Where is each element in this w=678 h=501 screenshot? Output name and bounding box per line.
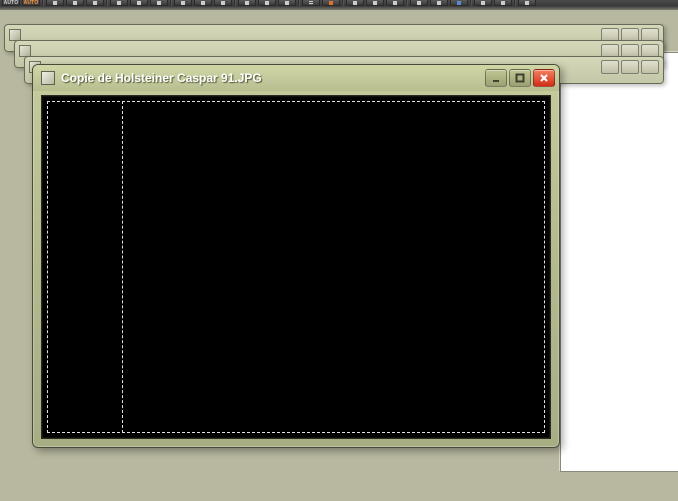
toolbar-separator <box>342 0 344 6</box>
toolbar-button[interactable] <box>410 0 428 6</box>
tool-icon <box>437 1 441 5</box>
close-icon <box>539 73 549 83</box>
workspace: Copie de Holsteiner Caspar 91.JPG <box>0 10 678 501</box>
toolbar-button[interactable] <box>366 0 384 6</box>
image-icon <box>41 71 55 85</box>
toolbar-button[interactable] <box>450 0 468 6</box>
tool-icon <box>481 1 485 5</box>
toolbar-separator <box>170 0 172 6</box>
toolbar-button[interactable] <box>278 0 296 6</box>
tool-icon <box>353 1 357 5</box>
toolbar-zoom-in-button[interactable] <box>86 0 104 6</box>
toolbar-button[interactable] <box>130 0 148 6</box>
dot-icon <box>201 1 205 5</box>
toolbar-separator <box>406 0 408 6</box>
toolbar-zoom-out-button[interactable] <box>46 0 64 6</box>
toolbar-separator <box>42 0 44 6</box>
tool-icon <box>457 1 461 5</box>
plus-icon <box>157 1 161 5</box>
minimize-icon <box>491 73 501 83</box>
toolbar-zoom-reset-button[interactable] <box>66 0 84 6</box>
window-titlebar[interactable]: Copie de Holsteiner Caspar 91.JPG <box>33 65 559 91</box>
toolbar-button[interactable] <box>258 0 276 6</box>
toolbar-grid-button[interactable] <box>302 0 320 6</box>
close-button[interactable] <box>533 69 555 87</box>
toolbar-button[interactable] <box>214 0 232 6</box>
plus-icon <box>221 1 225 5</box>
dot-icon <box>73 1 77 5</box>
toolbar-auto-off-button[interactable]: AUTO <box>2 0 20 6</box>
tool-icon <box>417 1 421 5</box>
grid-highlight-icon <box>329 1 333 5</box>
maximize-icon <box>515 73 525 83</box>
minus-icon <box>117 1 121 5</box>
app-toolbar: AUTO AUTO <box>0 0 678 10</box>
maximize-button[interactable] <box>509 69 531 87</box>
toolbar-button[interactable] <box>386 0 404 6</box>
toolbar-button[interactable] <box>110 0 128 6</box>
minus-icon <box>245 1 249 5</box>
image-window: Copie de Holsteiner Caspar 91.JPG <box>32 64 560 448</box>
toolbar-button[interactable] <box>174 0 192 6</box>
toolbar-separator <box>106 0 108 6</box>
toolbar-auto-on-button[interactable]: AUTO <box>22 0 40 6</box>
image-canvas[interactable] <box>41 95 551 439</box>
close-button[interactable] <box>641 60 659 74</box>
toolbar-grid-highlight-button[interactable] <box>322 0 340 6</box>
window-title: Copie de Holsteiner Caspar 91.JPG <box>61 71 262 85</box>
toolbar-button[interactable] <box>346 0 364 6</box>
dot-icon <box>265 1 269 5</box>
minimize-button[interactable] <box>485 69 507 87</box>
toolbar-separator <box>470 0 472 6</box>
minus-icon <box>53 1 57 5</box>
dot-icon <box>137 1 141 5</box>
side-panel <box>560 52 678 472</box>
toolbar-button[interactable] <box>494 0 512 6</box>
toolbar-separator <box>234 0 236 6</box>
minus-icon <box>181 1 185 5</box>
tool-icon <box>373 1 377 5</box>
toolbar-button[interactable] <box>430 0 448 6</box>
toolbar-separator <box>298 0 300 6</box>
plus-icon <box>93 1 97 5</box>
selection-divider <box>122 101 123 433</box>
toolbar-button[interactable] <box>518 0 536 6</box>
toolbar-separator <box>514 0 516 6</box>
tool-icon <box>393 1 397 5</box>
minimize-button[interactable] <box>601 60 619 74</box>
plus-icon <box>285 1 289 5</box>
toolbar-button[interactable] <box>150 0 168 6</box>
tool-icon <box>501 1 505 5</box>
toolbar-button[interactable] <box>474 0 492 6</box>
maximize-button[interactable] <box>621 60 639 74</box>
selection-marquee <box>47 101 545 433</box>
tool-icon <box>525 1 529 5</box>
toolbar-button[interactable] <box>194 0 212 6</box>
toolbar-button[interactable] <box>238 0 256 6</box>
grid-icon <box>309 1 313 5</box>
